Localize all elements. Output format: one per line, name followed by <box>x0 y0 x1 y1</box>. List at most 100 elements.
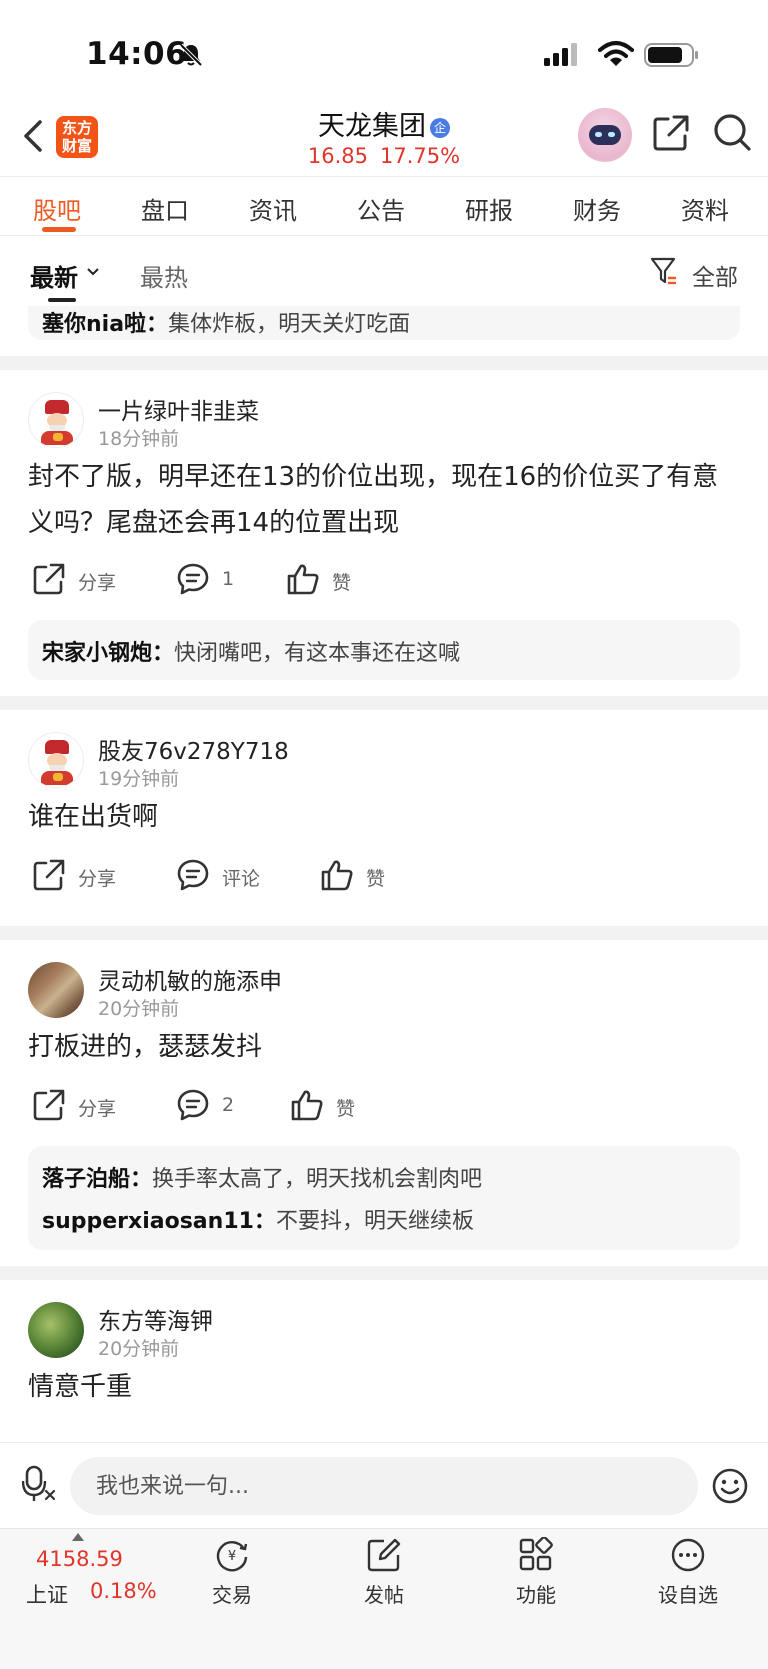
stock-price: 16.85 <box>307 144 369 168</box>
divider <box>0 356 768 370</box>
enterprise-badge: 企 <box>430 117 450 138</box>
nav-features[interactable]: 功能 <box>481 1537 591 1617</box>
cellular-signal-icon <box>544 43 577 66</box>
stock-change: 17.75% <box>380 144 461 168</box>
username[interactable]: 一片绿叶非韭菜 <box>98 392 259 426</box>
index-name: 上证 <box>26 1583 68 1607</box>
svg-text:¥: ¥ <box>228 1549 236 1564</box>
like-button[interactable]: 赞 <box>286 562 376 598</box>
reply-box[interactable]: 塞你nia啦：集体炸板，明天关灯吃面 <box>28 306 740 340</box>
section-tabs: 股吧 盘口 资讯 公告 研报 财务 资料 <box>0 176 768 236</box>
username[interactable]: 东方等海钾 <box>98 1302 213 1336</box>
nav-trade[interactable]: ¥ 交易 <box>177 1537 287 1617</box>
assistant-robot-icon[interactable] <box>578 108 632 162</box>
comment-button[interactable]: 评论 <box>176 858 286 894</box>
compose-icon <box>367 1538 401 1572</box>
index-value: 4158.59 <box>36 1547 123 1571</box>
share-icon[interactable] <box>652 114 690 152</box>
emoji-icon[interactable] <box>711 1467 749 1505</box>
comment-bar <box>0 1442 768 1528</box>
comment-icon <box>177 1089 209 1121</box>
tab-announcements[interactable]: 公告 <box>357 191 405 226</box>
like-button[interactable]: 赞 <box>290 1088 380 1124</box>
trade-icon: ¥ <box>216 1541 248 1572</box>
post-item[interactable]: 股友76v278Y718 19分钟前 谁在出货啊 分享 评论 赞 <box>0 710 768 926</box>
sort-row: 最新 最热 全部 <box>0 236 768 306</box>
nav-compose[interactable]: 发帖 <box>329 1537 439 1617</box>
reply-text: 换手率太高了，明天找机会割肉吧 <box>152 1167 483 1192</box>
reply-text: 不要抖，明天继续板 <box>275 1209 474 1234</box>
like-button[interactable]: 赞 <box>320 858 410 894</box>
grid-icon <box>519 1537 553 1571</box>
sort-hot[interactable]: 最热 <box>140 258 188 293</box>
like-icon <box>287 564 319 595</box>
share-button[interactable]: 分享 <box>32 1088 142 1124</box>
active-tab-indicator <box>42 227 76 232</box>
post-time: 20分钟前 <box>98 998 180 1020</box>
caret-up-icon <box>72 1533 84 1541</box>
tab-research[interactable]: 研报 <box>465 191 513 226</box>
like-icon <box>321 860 353 891</box>
tab-pankou[interactable]: 盘口 <box>141 191 189 226</box>
username[interactable]: 灵动机敏的施添申 <box>98 962 282 996</box>
post-time: 20分钟前 <box>98 1338 180 1360</box>
share-icon <box>33 563 65 595</box>
post-item[interactable]: 东方等海钾 20分钟前 情意千重 <box>0 1280 768 1442</box>
tab-profile[interactable]: 资料 <box>681 191 729 226</box>
filter-icon[interactable] <box>650 256 678 286</box>
stock-header: 东方 财富 天龙集团企 16.85 17.75% <box>0 100 768 176</box>
share-icon <box>33 859 65 891</box>
share-button[interactable]: 分享 <box>32 562 142 598</box>
comment-button[interactable]: 1 <box>176 562 266 598</box>
sort-indicator <box>48 298 76 302</box>
reply-box[interactable]: 落子泊船：换手率太高了，明天找机会割肉吧 supperxiaosan11：不要抖… <box>28 1146 740 1250</box>
status-bar: 14:06 <box>0 0 768 112</box>
reply-author[interactable]: supperxiaosan11： <box>42 1209 276 1234</box>
post-time: 19分钟前 <box>98 768 180 790</box>
divider <box>0 926 768 940</box>
post-content[interactable]: 情意千重 <box>28 1364 740 1410</box>
like-icon <box>291 1090 323 1121</box>
tab-finance[interactable]: 财务 <box>573 191 621 226</box>
comment-input[interactable] <box>70 1457 698 1515</box>
post-feed: 塞你nia啦：集体炸板，明天关灯吃面 一片绿叶非韭菜 18分钟前 封不了版，明早… <box>0 306 768 1442</box>
reply-box[interactable]: 宋家小钢炮：快闭嘴吧，有这本事还在这喊 <box>28 620 740 680</box>
post-content[interactable]: 封不了版，明早还在13的价位出现，现在16的价位买了有意义吗？尾盘还会再14的位… <box>28 454 740 546</box>
tab-guba[interactable]: 股吧 <box>33 191 81 226</box>
nav-add-watchlist[interactable]: 设自选 <box>633 1537 743 1617</box>
comment-icon <box>177 859 209 891</box>
battery-icon <box>644 43 698 67</box>
reply-text: 集体炸板，明天关灯吃面 <box>168 312 411 337</box>
post-item[interactable]: 一片绿叶非韭菜 18分钟前 封不了版，明早还在13的价位出现，现在16的价位买了… <box>0 370 768 696</box>
avatar[interactable] <box>28 732 84 788</box>
search-icon[interactable] <box>712 112 752 152</box>
index-change: 0.18% <box>90 1579 157 1603</box>
sort-latest[interactable]: 最新 <box>30 258 78 293</box>
filter-label[interactable]: 全部 <box>692 258 738 292</box>
bell-off-icon <box>179 43 203 67</box>
chevron-down-icon[interactable] <box>86 266 100 278</box>
share-button[interactable]: 分享 <box>32 858 142 894</box>
avatar[interactable] <box>28 962 84 1018</box>
bottom-toolbar: 4158.59 上证 0.18% ¥ 交易 发帖 功能 设自选 <box>0 1528 768 1669</box>
avatar[interactable] <box>28 1302 84 1358</box>
post-time: 18分钟前 <box>98 428 180 450</box>
comment-button[interactable]: 2 <box>176 1088 266 1124</box>
post-content[interactable]: 谁在出货啊 <box>28 794 740 840</box>
voice-input-icon[interactable] <box>22 1465 56 1503</box>
status-time: 14:06 <box>86 36 188 72</box>
reply-author[interactable]: 塞你nia啦： <box>42 312 168 337</box>
post-item[interactable]: 灵动机敏的施添申 20分钟前 打板进的，瑟瑟发抖 分享 2 赞 落子泊船：换手率… <box>0 940 768 1250</box>
reply-text: 快闭嘴吧，有这本事还在这喊 <box>174 641 461 666</box>
wifi-icon <box>598 41 634 66</box>
post-content[interactable]: 打板进的，瑟瑟发抖 <box>28 1024 740 1070</box>
username[interactable]: 股友76v278Y718 <box>98 732 289 766</box>
reply-author[interactable]: 落子泊船： <box>42 1167 152 1192</box>
reply-author[interactable]: 宋家小钢炮： <box>42 641 174 666</box>
share-icon <box>33 1089 65 1121</box>
stock-name: 天龙集团 <box>318 111 426 142</box>
comment-icon <box>177 563 209 595</box>
divider <box>0 1266 768 1280</box>
tab-news[interactable]: 资讯 <box>249 191 297 226</box>
avatar[interactable] <box>28 392 84 448</box>
